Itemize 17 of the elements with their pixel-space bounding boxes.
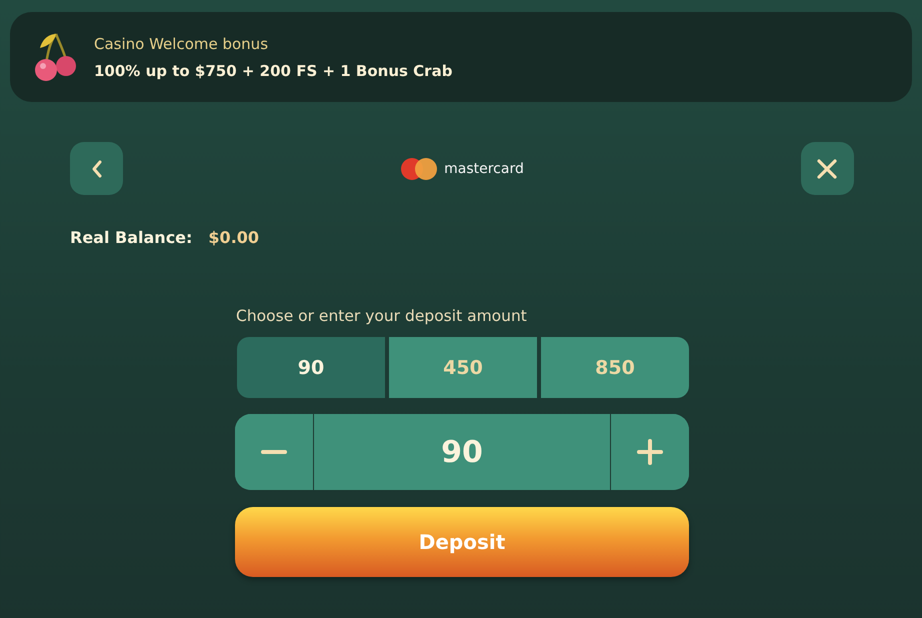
close-icon bbox=[816, 158, 838, 180]
deposit-prompt: Choose or enter your deposit amount bbox=[236, 307, 528, 325]
amount-option[interactable]: 450 bbox=[389, 337, 537, 398]
amount-option[interactable]: 850 bbox=[541, 337, 689, 398]
plus-icon bbox=[637, 439, 663, 465]
balance-label: Real Balance: bbox=[70, 228, 192, 247]
deposit-button[interactable]: Deposit bbox=[235, 507, 689, 577]
chevron-left-icon bbox=[90, 158, 104, 178]
mastercard-logo-icon bbox=[400, 156, 438, 180]
minus-icon bbox=[261, 450, 287, 454]
banner-title: Casino Welcome bonus bbox=[94, 34, 270, 52]
balance-value: $0.00 bbox=[208, 228, 260, 247]
payment-method-name: mastercard bbox=[444, 160, 524, 176]
back-button[interactable] bbox=[70, 142, 123, 195]
bonus-offer: 100% up to $750 + 200 FS + 1 Bonus Crab bbox=[94, 62, 452, 80]
close-button[interactable] bbox=[800, 142, 854, 195]
amount-option[interactable]: 90 bbox=[237, 337, 385, 398]
